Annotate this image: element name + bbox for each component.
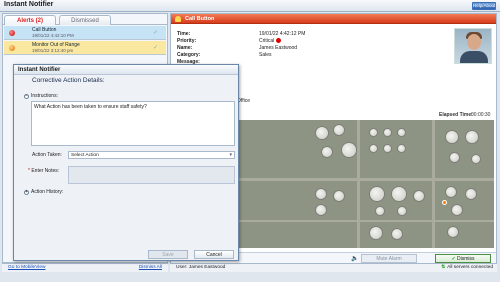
- connection-text: All servers connected: [447, 265, 493, 270]
- collapse-icon: −: [24, 93, 29, 99]
- alert-list-item[interactable]: Monitor Out of Range 19/01/22 3:12:40 pm…: [4, 41, 166, 55]
- alert-list-item[interactable]: Call Button 19/01/22 4:42:10 PM ✓: [4, 26, 166, 40]
- dialog-titlebar: Instant Notifier: [14, 65, 238, 75]
- action-taken-label: Action Taken:: [32, 152, 62, 158]
- detail-header: Call Button: [171, 14, 496, 24]
- instructions-label: Instructions:: [31, 93, 58, 99]
- dialog-subtitle: Corrective Action Details:: [32, 77, 105, 84]
- name-value: James Eastwood: [259, 45, 298, 51]
- tab-dismissed[interactable]: Dismissed: [59, 15, 111, 25]
- corrective-action-dialog: Instant Notifier Corrective Action Detai…: [13, 64, 239, 261]
- critical-status-icon: [9, 30, 15, 36]
- notes-label: * Enter Notes:: [28, 168, 59, 174]
- mute-alarm-button[interactable]: Mute Alarm: [361, 254, 417, 263]
- expand-icon: +: [24, 189, 29, 195]
- notes-field[interactable]: [68, 166, 235, 184]
- action-history-expander[interactable]: + Action History:: [24, 189, 63, 195]
- notes-label-text: Enter Notes:: [31, 168, 60, 174]
- connected-icon: ⇅: [441, 265, 446, 270]
- mobileview-link[interactable]: Go to MobileView: [8, 265, 46, 270]
- critical-icon: [276, 38, 282, 43]
- action-history-label: Action History:: [31, 189, 64, 195]
- help-button[interactable]: Help/About: [472, 2, 496, 10]
- left-footer: Go to MobileView Dismiss All: [2, 263, 168, 272]
- action-taken-select[interactable]: Select Action ▾: [68, 151, 235, 159]
- action-taken-value: Select Action: [71, 153, 99, 158]
- time-value: 19/01/22 4:42:12 PM: [259, 31, 306, 37]
- main-titlebar: Instant Notifier Help/About: [0, 0, 500, 12]
- save-button[interactable]: Save: [148, 250, 188, 259]
- app-title: Instant Notifier: [4, 1, 54, 8]
- instructions-box: What Action has been taken to ensure sta…: [31, 101, 235, 146]
- dismiss-label: Dismiss: [457, 256, 475, 262]
- detail-title: Call Button: [185, 16, 215, 22]
- instructions-expander[interactable]: − Instructions:: [24, 93, 58, 99]
- name-label: Name:: [177, 45, 193, 51]
- instructions-text: What Action has been taken to ensure sta…: [34, 104, 147, 110]
- category-value: Sales: [259, 52, 272, 58]
- elapsed-time-value: 00:00:30: [471, 112, 491, 118]
- current-user: User: James Eastwood: [176, 265, 226, 270]
- warning-status-icon: [9, 45, 15, 51]
- alert-tabs: Alerts (2) Dismissed: [3, 14, 167, 25]
- priority-label: Priority:: [177, 38, 197, 44]
- avatar: [454, 28, 492, 64]
- acknowledge-check-icon[interactable]: ✓: [153, 29, 158, 36]
- bell-icon: [175, 16, 181, 22]
- connection-status: ⇅ All servers connected: [441, 265, 493, 270]
- location-pin-icon: [442, 200, 447, 205]
- alert-time: 19/01/22 3:12:40 pm: [32, 48, 74, 53]
- cancel-button[interactable]: Cancel: [194, 250, 234, 259]
- alert-time: 19/01/22 4:42:10 PM: [32, 33, 74, 38]
- priority-text: Critical: [259, 38, 275, 44]
- dismiss-all-link[interactable]: Dismiss All: [139, 265, 162, 270]
- chevron-down-icon: ▾: [229, 152, 232, 158]
- time-label: Time:: [177, 31, 191, 37]
- elapsed-time-label: Elapsed Time:: [439, 112, 473, 118]
- category-label: Category:: [177, 52, 201, 58]
- speaker-icon: 🔈: [351, 256, 359, 262]
- acknowledge-check-icon[interactable]: ✓: [153, 44, 158, 51]
- priority-value: Critical: [259, 38, 282, 44]
- status-bar: User: James Eastwood ⇅ All servers connec…: [170, 263, 497, 272]
- tab-alerts[interactable]: Alerts (2): [4, 15, 56, 25]
- dismiss-button[interactable]: ✓ Dismiss: [435, 254, 491, 263]
- location-map[interactable]: [237, 120, 494, 248]
- dialog-title: Instant Notifier: [18, 67, 61, 73]
